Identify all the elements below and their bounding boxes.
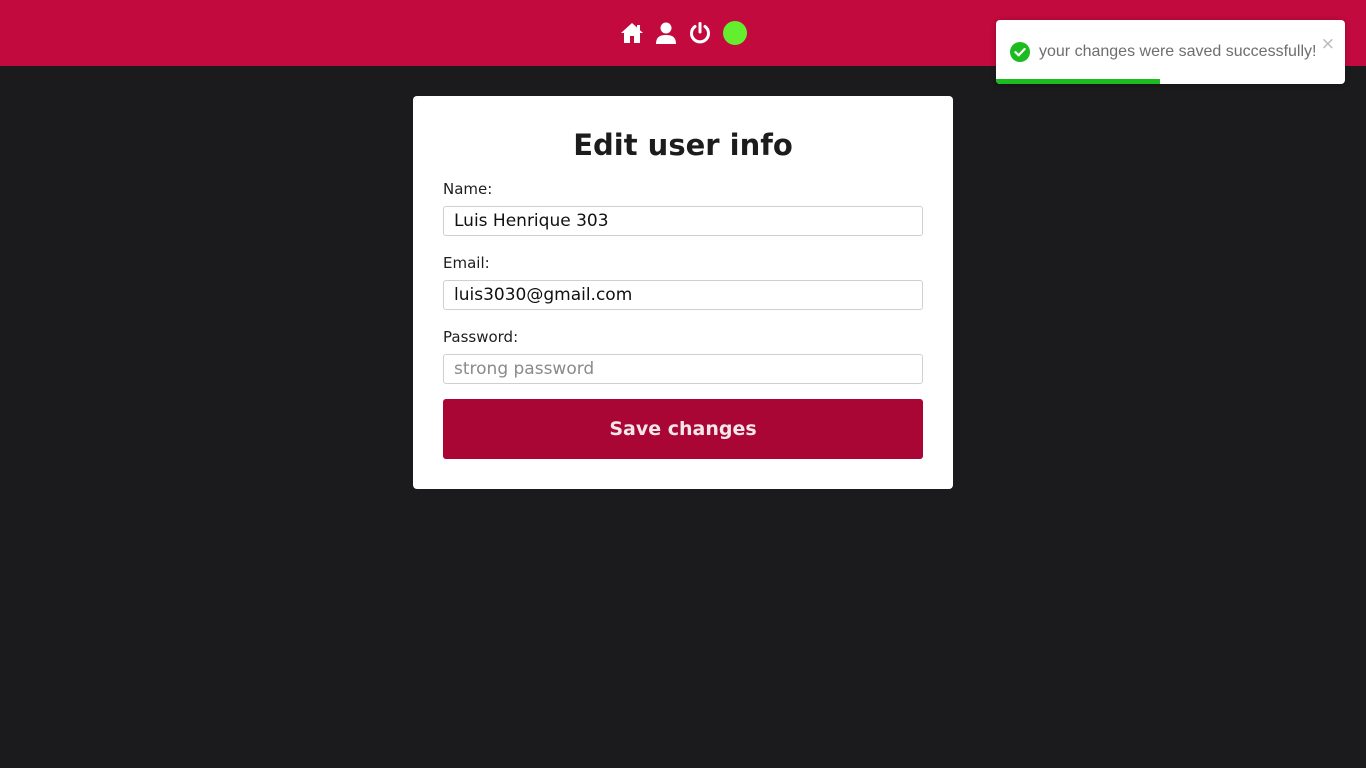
toast-progress-bar [996, 79, 1345, 84]
home-icon[interactable] [619, 20, 645, 46]
page-title: Edit user info [573, 128, 793, 162]
online-status-dot [723, 21, 747, 45]
password-label: Password: [443, 328, 519, 346]
user-icon[interactable] [653, 20, 679, 46]
toast-message: your changes were saved successfully! [1039, 43, 1317, 60]
password-input[interactable] [443, 354, 923, 384]
success-toast: your changes were saved successfully! × [996, 20, 1345, 84]
save-changes-button[interactable]: Save changes [443, 399, 923, 459]
power-icon[interactable] [687, 20, 713, 46]
name-input[interactable] [443, 206, 923, 236]
edit-user-card: Edit user info Name: Email: Password: Sa… [413, 96, 953, 489]
email-label: Email: [443, 254, 490, 272]
check-circle-icon [1010, 42, 1030, 62]
email-input[interactable] [443, 280, 923, 310]
name-label: Name: [443, 180, 493, 198]
close-icon[interactable]: × [1321, 34, 1335, 54]
toast-progress-fill [996, 79, 1161, 84]
